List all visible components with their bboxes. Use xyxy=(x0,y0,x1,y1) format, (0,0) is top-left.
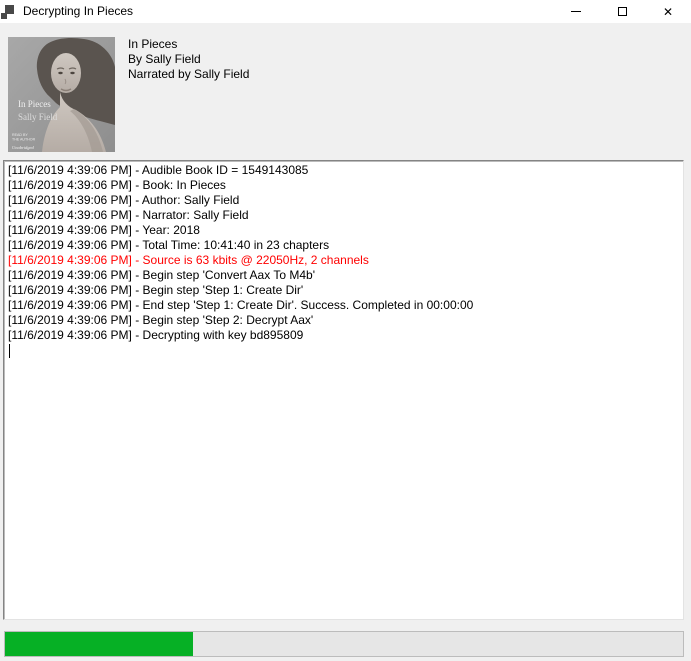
log-line: [11/6/2019 4:39:06 PM] - Narrator: Sally… xyxy=(8,208,679,223)
log-lines: [11/6/2019 4:39:06 PM] - Audible Book ID… xyxy=(8,163,679,343)
cover-edition-text: Unabridged xyxy=(12,145,34,150)
log-line: [11/6/2019 4:39:06 PM] - Begin step 'Ste… xyxy=(8,283,679,298)
close-icon: ✕ xyxy=(663,6,673,18)
log-line: [11/6/2019 4:39:06 PM] - Author: Sally F… xyxy=(8,193,679,208)
maximize-icon xyxy=(618,7,627,16)
cover-readby-line1: READ BY xyxy=(12,133,28,137)
app-window: Decrypting In Pieces ✕ xyxy=(0,0,691,661)
close-button[interactable]: ✕ xyxy=(645,0,691,23)
log-line: [11/6/2019 4:39:06 PM] - Begin step 'Ste… xyxy=(8,313,679,328)
book-title: In Pieces xyxy=(128,37,249,52)
log-line: [11/6/2019 4:39:06 PM] - Book: In Pieces xyxy=(8,178,679,193)
progress-bar xyxy=(4,631,684,657)
window-title: Decrypting In Pieces xyxy=(23,4,133,18)
titlebar[interactable]: Decrypting In Pieces ✕ xyxy=(0,0,691,23)
book-author: By Sally Field xyxy=(128,52,249,67)
maximize-button[interactable] xyxy=(599,0,645,23)
cover-author-text: Sally Field xyxy=(18,112,58,122)
text-caret xyxy=(9,344,10,358)
cover-title-text: In Pieces xyxy=(18,99,51,109)
minimize-icon xyxy=(571,11,581,12)
log-line: [11/6/2019 4:39:06 PM] - Decrypting with… xyxy=(8,328,679,343)
book-cover-image: In Pieces Sally Field READ BY THE AUTHOR… xyxy=(8,37,115,152)
log-line: [11/6/2019 4:39:06 PM] - Year: 2018 xyxy=(8,223,679,238)
app-icon[interactable] xyxy=(1,5,15,19)
progress-fill xyxy=(5,632,193,656)
book-info: In Pieces By Sally Field Narrated by Sal… xyxy=(128,37,249,82)
cover-eye-left xyxy=(58,72,62,74)
log-line: [11/6/2019 4:39:06 PM] - Audible Book ID… xyxy=(8,163,679,178)
log-line: [11/6/2019 4:39:06 PM] - Total Time: 10:… xyxy=(8,238,679,253)
minimize-button[interactable] xyxy=(553,0,599,23)
caption-buttons: ✕ xyxy=(553,0,691,23)
cover-portrait-face xyxy=(51,53,81,93)
log-line: [11/6/2019 4:39:06 PM] - Source is 63 kb… xyxy=(8,253,679,268)
cover-eye-right xyxy=(70,72,74,74)
app-icon-square-big xyxy=(5,5,14,14)
cover-readby-line2: THE AUTHOR xyxy=(12,138,36,142)
log-textbox[interactable]: [11/6/2019 4:39:06 PM] - Audible Book ID… xyxy=(3,160,684,620)
book-narrator: Narrated by Sally Field xyxy=(128,67,249,82)
log-line: [11/6/2019 4:39:06 PM] - Begin step 'Con… xyxy=(8,268,679,283)
log-line: [11/6/2019 4:39:06 PM] - End step 'Step … xyxy=(8,298,679,313)
